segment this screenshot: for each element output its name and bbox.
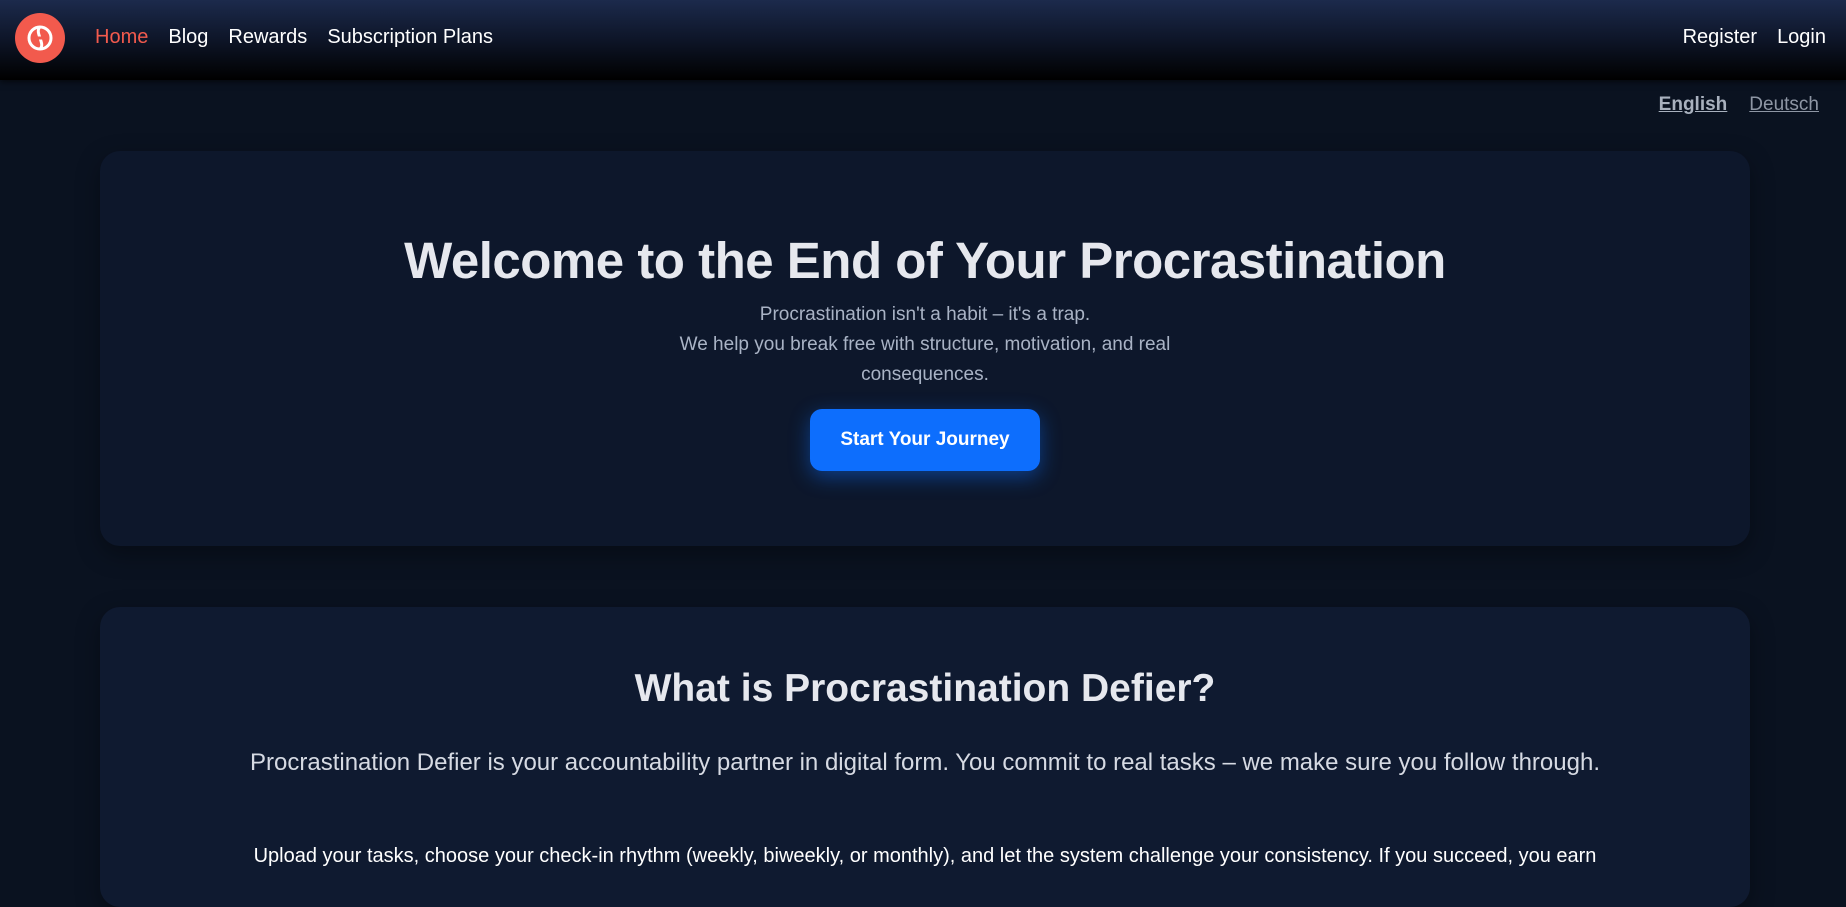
hero-card: Welcome to the End of Your Procrastinati… bbox=[100, 151, 1750, 546]
about-card: What is Procrastination Defier? Procrast… bbox=[100, 607, 1750, 907]
nav-blog-link[interactable]: Blog bbox=[168, 26, 208, 49]
about-detail-paragraph: Upload your tasks, choose your check-in … bbox=[253, 845, 1597, 867]
nav-home-link[interactable]: Home bbox=[95, 26, 148, 49]
hero-title: Welcome to the End of Your Procrastinati… bbox=[404, 232, 1446, 289]
hero-subtitle-line1: Procrastination isn't a habit – it's a t… bbox=[759, 304, 1091, 325]
about-title: What is Procrastination Defier? bbox=[634, 667, 1216, 710]
primary-nav: Home Blog Rewards Subscription Plans bbox=[95, 0, 493, 74]
nav-subscription-plans-link[interactable]: Subscription Plans bbox=[327, 26, 493, 49]
start-journey-button[interactable]: Start Your Journey bbox=[810, 409, 1040, 471]
about-intro-paragraph: Procrastination Defier is your accountab… bbox=[250, 749, 1600, 776]
language-english-link[interactable]: English bbox=[1659, 94, 1728, 116]
language-switcher: English Deutsch bbox=[1659, 94, 1819, 116]
nav-rewards-link[interactable]: Rewards bbox=[228, 26, 307, 49]
language-deutsch-link[interactable]: Deutsch bbox=[1749, 94, 1819, 116]
login-link[interactable]: Login bbox=[1777, 26, 1826, 49]
brand-logo-icon[interactable] bbox=[15, 13, 65, 63]
hero-subtitle: Procrastination isn't a habit – it's a t… bbox=[645, 300, 1205, 390]
hero-subtitle-line2: We help you break free with structure, m… bbox=[679, 334, 1171, 385]
swirl-logo-icon bbox=[27, 25, 53, 51]
register-link[interactable]: Register bbox=[1683, 26, 1757, 49]
top-navbar: Home Blog Rewards Subscription Plans Reg… bbox=[0, 0, 1846, 80]
account-nav: Register Login bbox=[1683, 0, 1826, 74]
